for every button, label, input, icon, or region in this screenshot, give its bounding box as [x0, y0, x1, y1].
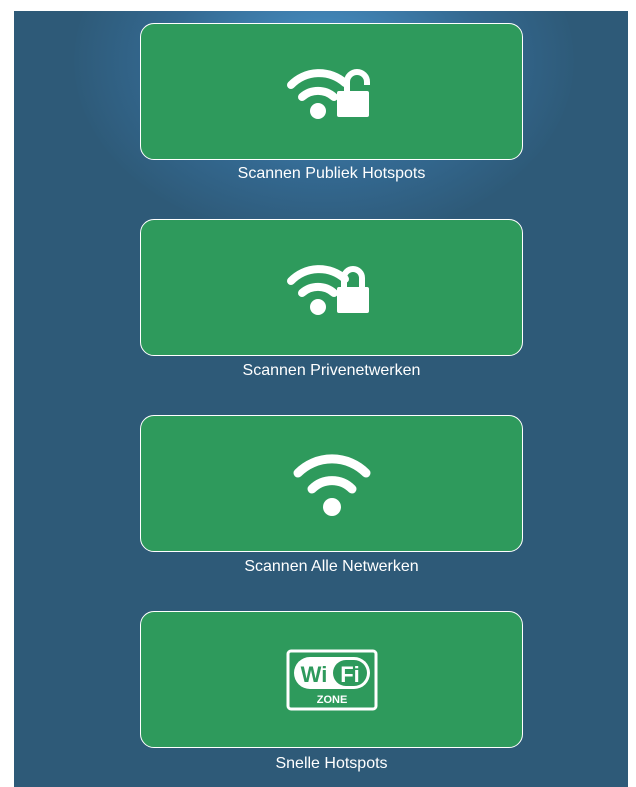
wifi-unlocked-icon: [284, 59, 380, 125]
scan-public-hotspots-button[interactable]: [140, 23, 523, 160]
scan-private-networks-button[interactable]: [140, 219, 523, 356]
scan-all-networks-button[interactable]: [140, 415, 523, 552]
scan-private-networks-label: Scannen Privenetwerken: [242, 362, 421, 379]
wifi-zone-fi-text: Fi: [340, 662, 360, 687]
fast-hotspots-button[interactable]: Wi Fi ZONE: [140, 611, 523, 748]
wifi-zone-zone-text: ZONE: [316, 694, 347, 706]
scan-all-networks-label: Scannen Alle Netwerken: [244, 558, 419, 575]
scan-public-hotspots-label: Scannen Publiek Hotspots: [237, 165, 426, 182]
app-screen: Scannen Publiek Hotspots Scannen Privene…: [14, 11, 628, 787]
wifi-zone-wi-text: Wi: [300, 662, 327, 687]
fast-hotspots-label: Snelle Hotspots: [275, 755, 388, 772]
wifi-locked-icon: [284, 255, 380, 321]
wifi-zone-icon: Wi Fi ZONE: [286, 649, 378, 711]
wifi-icon: [284, 451, 380, 517]
